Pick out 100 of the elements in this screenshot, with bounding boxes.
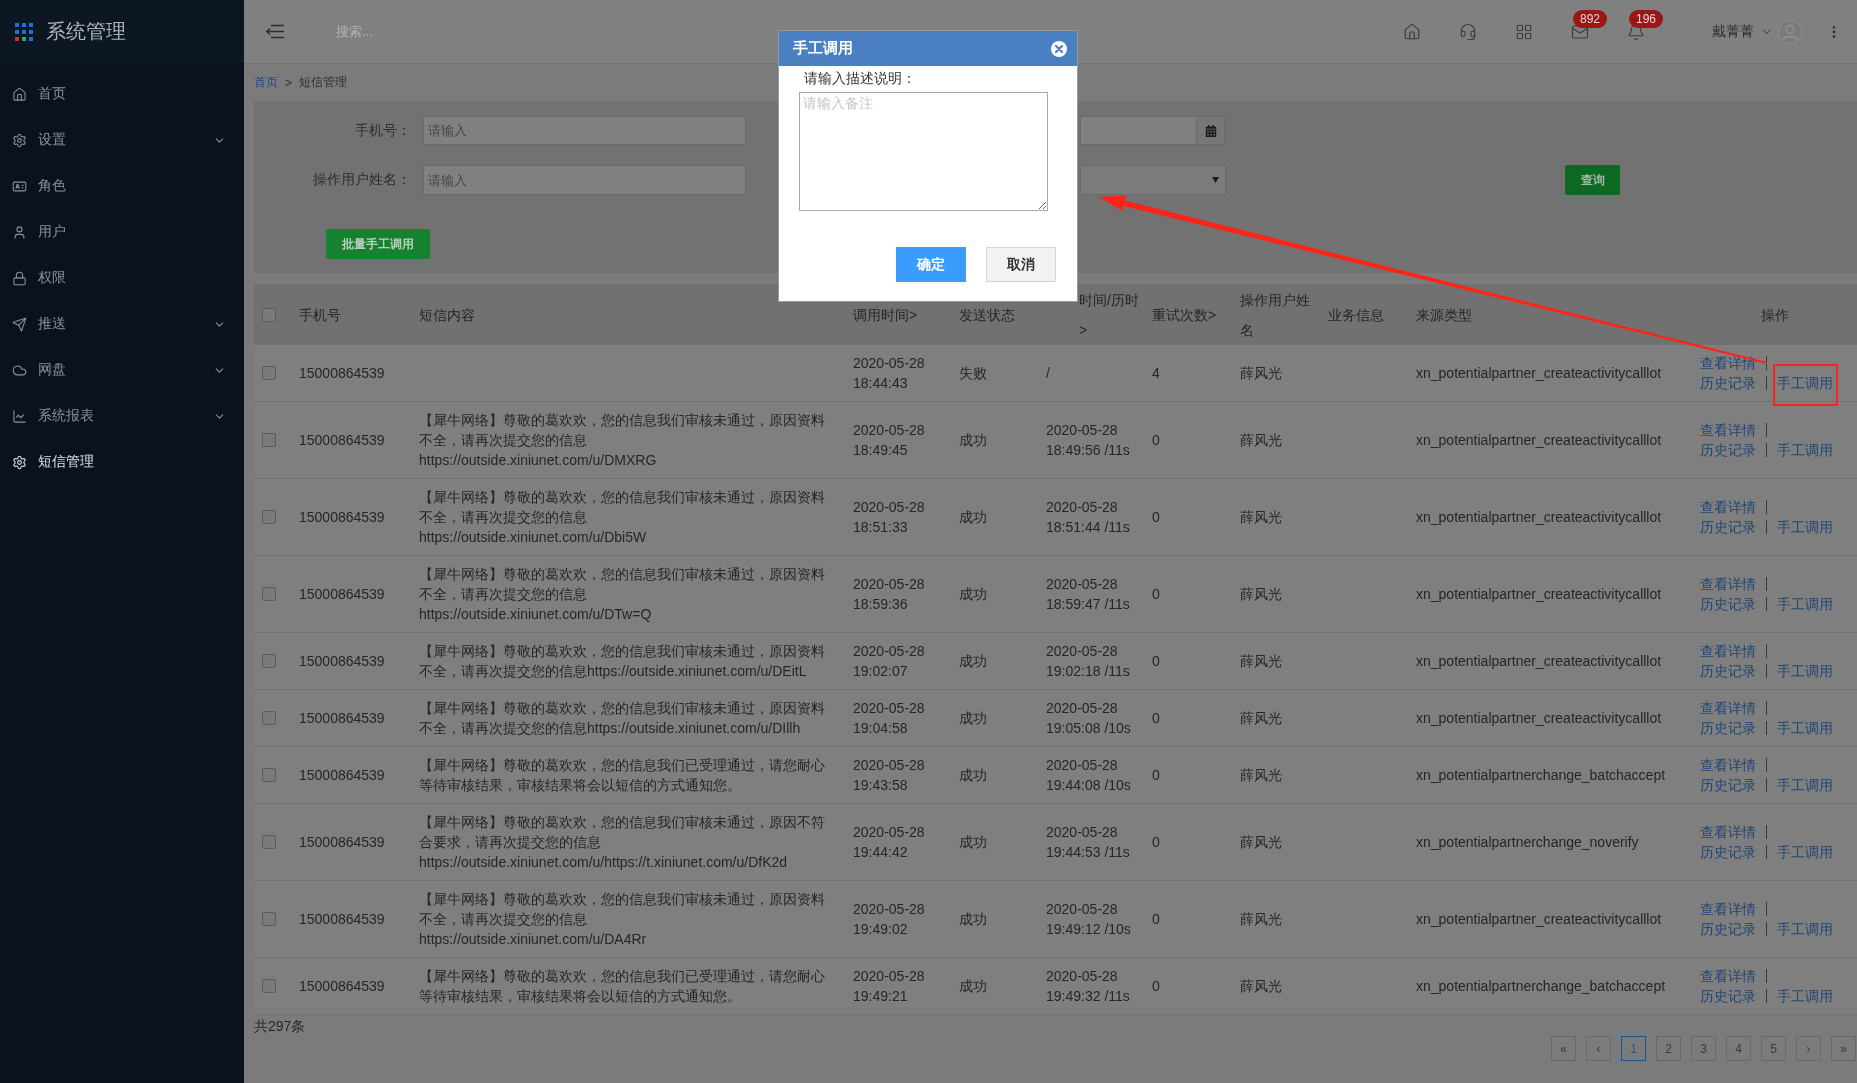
action-link[interactable]: 历史记录: [1700, 718, 1756, 738]
table-cell-text: 15000864539: [299, 364, 385, 383]
select-all-checkbox[interactable]: [262, 307, 276, 322]
sidebar-item[interactable]: 推送: [0, 301, 244, 347]
sidebar-item[interactable]: 设置: [0, 117, 244, 163]
user-name[interactable]: 戴菁菁: [1712, 22, 1754, 41]
table-cell-text: 2020-05-28 19:02:18 /11s: [1046, 642, 1131, 681]
action-link[interactable]: 查看详情: [1700, 698, 1756, 718]
grid-icon[interactable]: [1515, 22, 1533, 41]
row-checkbox[interactable]: [262, 835, 276, 849]
row-checkbox[interactable]: [262, 768, 276, 782]
headset-icon[interactable]: [1459, 22, 1477, 41]
table-cell-text: 2020-05-28 19:02:07: [853, 642, 926, 681]
table-cell-text: 2020-05-28 19:44:08 /10s: [1046, 756, 1132, 795]
action-link[interactable]: 历史记录: [1700, 373, 1756, 393]
table-cell-text: 15000864539: [299, 508, 385, 527]
sidebar-item[interactable]: 短信管理: [0, 439, 244, 485]
page-button[interactable]: «: [1551, 1036, 1576, 1061]
table-cell-text: 成功: [959, 508, 987, 527]
action-link[interactable]: 手工调用: [1777, 594, 1833, 614]
table-cell-text: 薛风光: [1240, 709, 1282, 728]
action-link[interactable]: 查看详情: [1700, 899, 1756, 919]
table-cell-text: 2020-05-28 19:05:08 /10s: [1046, 699, 1132, 738]
home-icon[interactable]: [1403, 22, 1421, 41]
action-link[interactable]: 历史记录: [1700, 842, 1756, 862]
caret-icon: [1212, 177, 1219, 183]
row-checkbox[interactable]: [262, 654, 276, 668]
page-button[interactable]: 3: [1691, 1036, 1716, 1061]
menu-icon[interactable]: [266, 24, 284, 39]
table-cell-text: 0: [1152, 910, 1160, 929]
row-checkbox[interactable]: [262, 587, 276, 601]
column-header: 业务信息: [1328, 305, 1384, 325]
table-cell-text: 成功: [959, 709, 987, 728]
page-button[interactable]: 5: [1761, 1036, 1786, 1061]
action-link[interactable]: 手工调用: [1777, 517, 1833, 537]
table-cell-text: 4: [1152, 364, 1160, 383]
sidebar-item[interactable]: 系统报表: [0, 393, 244, 439]
page-button[interactable]: 1: [1621, 1036, 1646, 1061]
table-cell-text: 2020-05-28 18:51:44 /11s: [1046, 498, 1131, 537]
action-link[interactable]: 手工调用: [1777, 661, 1833, 681]
page-button[interactable]: »: [1831, 1036, 1856, 1061]
sidebar-item[interactable]: 用户: [0, 209, 244, 255]
sidebar-item[interactable]: 权限: [0, 255, 244, 301]
action-link[interactable]: 查看详情: [1700, 822, 1756, 842]
table-cell-text: 【犀牛网络】尊敬的葛欢欢，您的信息我们审核未通过，原因资料不全，请再次提交您的信息 https://outside.xiniunet.com/u/DTw=Q: [419, 565, 826, 624]
action-link[interactable]: 历史记录: [1700, 661, 1756, 681]
table-cell-text: 失败: [959, 364, 987, 383]
select-field[interactable]: [1080, 165, 1226, 195]
cancel-button[interactable]: 取消: [986, 247, 1056, 282]
table-cell-text: 0: [1152, 431, 1160, 450]
table-cell-text: 2020-05-28 18:59:47 /11s: [1046, 575, 1131, 614]
action-link[interactable]: 手工调用: [1777, 440, 1833, 460]
action-link[interactable]: 历史记录: [1700, 440, 1756, 460]
row-checkbox[interactable]: [262, 912, 276, 926]
action-link[interactable]: 查看详情: [1700, 574, 1756, 594]
page-button[interactable]: ‹: [1586, 1036, 1611, 1061]
table-cell-text: xn_potentialpartner_createactivitycalllot: [1416, 585, 1662, 604]
page-button[interactable]: 2: [1656, 1036, 1681, 1061]
calendar-button[interactable]: [1196, 116, 1225, 145]
table-cell-text: 15000864539: [299, 431, 385, 450]
line-chart-icon: [12, 408, 27, 424]
action-link[interactable]: 历史记录: [1700, 775, 1756, 795]
row-checkbox[interactable]: [262, 366, 276, 380]
table-cell-text: 2020-05-28 19:44:42: [853, 823, 926, 862]
table-cell-text: 0: [1152, 766, 1160, 785]
close-icon[interactable]: [1051, 40, 1067, 57]
table-cell-text: 【犀牛网络】尊敬的葛欢欢，您的信息我们审核未通过，原因资料不全，请再次提交您的信息 https://outside.xiniunet.com/u/Dbi5W: [419, 488, 826, 547]
row-checkbox[interactable]: [262, 510, 276, 524]
action-link[interactable]: 手工调用: [1777, 775, 1833, 795]
sidebar-item[interactable]: 网盘: [0, 347, 244, 393]
action-link[interactable]: 查看详情: [1700, 966, 1756, 986]
confirm-button[interactable]: 确定: [896, 247, 966, 282]
avatar-icon[interactable]: [1778, 19, 1802, 44]
action-link[interactable]: 查看详情: [1700, 641, 1756, 661]
sidebar-item[interactable]: 首页: [0, 71, 244, 117]
table-cell-text: 2020-05-28 19:04:58: [853, 699, 926, 738]
action-link[interactable]: 手工调用: [1777, 718, 1833, 738]
table-cell-text: 2020-05-28 19:44:53 /11s: [1046, 823, 1131, 862]
action-link[interactable]: 手工调用: [1777, 842, 1833, 862]
action-link[interactable]: 历史记录: [1700, 986, 1756, 1006]
action-link[interactable]: 查看详情: [1700, 497, 1756, 517]
row-checkbox[interactable]: [262, 979, 276, 993]
action-link[interactable]: 查看详情: [1700, 755, 1756, 775]
row-checkbox[interactable]: [262, 433, 276, 447]
query-button[interactable]: 查询: [1565, 165, 1620, 195]
sidebar-item[interactable]: 角色: [0, 163, 244, 209]
action-link[interactable]: 手工调用: [1777, 919, 1833, 939]
action-link[interactable]: 手工调用: [1777, 373, 1833, 393]
action-link[interactable]: 历史记录: [1700, 919, 1756, 939]
breadcrumb-link[interactable]: 首页: [254, 74, 278, 91]
column-header: 操作用户姓名: [1240, 290, 1311, 340]
page-button[interactable]: ›: [1796, 1036, 1821, 1061]
action-link[interactable]: 历史记录: [1700, 517, 1756, 537]
row-checkbox[interactable]: [262, 711, 276, 725]
table-cell-text: 薛风光: [1240, 910, 1282, 929]
action-link[interactable]: 历史记录: [1700, 594, 1756, 614]
action-link[interactable]: 手工调用: [1777, 986, 1833, 1006]
page-button[interactable]: 4: [1726, 1036, 1751, 1061]
action-link[interactable]: 查看详情: [1700, 420, 1756, 440]
batch-call-button[interactable]: 批量手工调用: [326, 229, 430, 259]
